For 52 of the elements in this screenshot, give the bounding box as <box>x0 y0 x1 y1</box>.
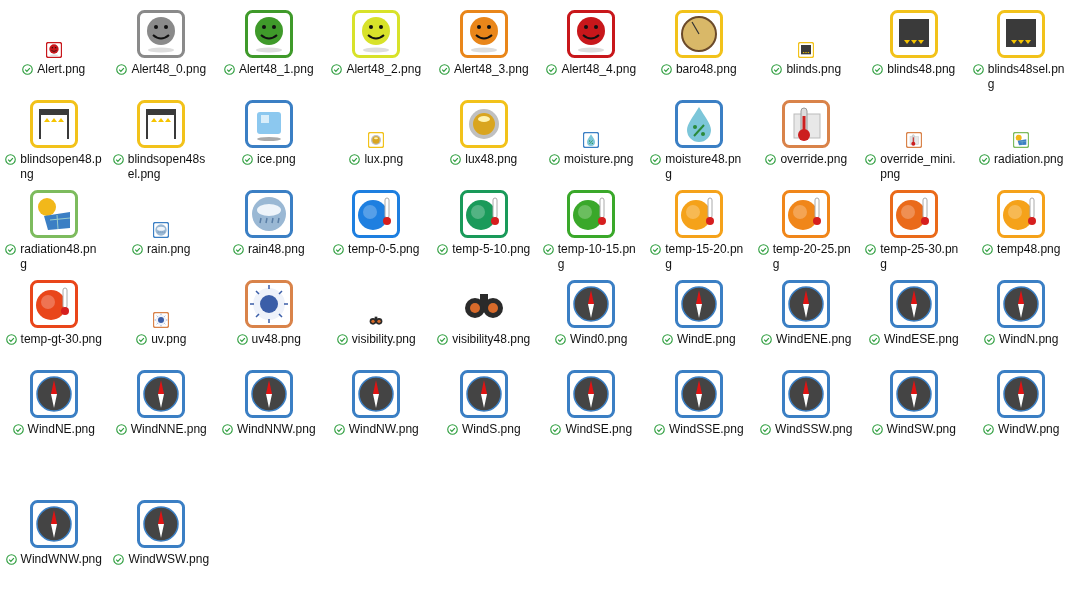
file-name[interactable]: Alert.png <box>37 62 86 77</box>
file-name[interactable]: WindSE.png <box>565 422 633 437</box>
file-name[interactable]: override.png <box>780 152 848 167</box>
file-name[interactable]: WindNNE.png <box>130 422 207 437</box>
file-name[interactable]: temp-15-20.png <box>665 242 748 272</box>
file-name[interactable]: lux48.png <box>465 152 518 167</box>
file-name[interactable]: WindSSW.png <box>775 422 853 437</box>
file-name[interactable]: blinds48sel.png <box>987 62 1070 92</box>
file-name[interactable]: WindNW.png <box>348 422 419 437</box>
file-name[interactable]: Alert48_2.png <box>346 62 422 77</box>
file-name[interactable]: WindNE.png <box>27 422 95 437</box>
file-name[interactable]: temp-0-5.png <box>348 242 420 257</box>
file-name[interactable]: temp-5-10.png <box>452 242 531 257</box>
file-name[interactable]: blindsopen48.png <box>20 152 103 182</box>
file-name[interactable]: temp-gt-30.png <box>20 332 102 347</box>
file-name[interactable]: WindW.png <box>998 422 1060 437</box>
file-name[interactable]: WindE.png <box>676 332 736 347</box>
file-name[interactable]: WindWSW.png <box>128 552 210 567</box>
file-name[interactable]: WindWNW.png <box>20 552 102 567</box>
file-name[interactable]: temp-10-15.png <box>557 242 640 272</box>
file-name[interactable]: blinds48.png <box>887 62 956 77</box>
file-name[interactable]: WindENE.png <box>776 332 852 347</box>
file-name[interactable]: override_mini.png <box>880 152 963 182</box>
file-name[interactable]: visibility.png <box>351 332 416 347</box>
file-name[interactable]: blindsopen48sel.png <box>127 152 210 182</box>
file-name[interactable]: WindNNW.png <box>236 422 316 437</box>
file-name[interactable]: moisture48.png <box>665 152 748 182</box>
file-name[interactable]: radiation.png <box>994 152 1064 167</box>
file-name[interactable]: Alert48_3.png <box>453 62 529 77</box>
file-name[interactable]: visibility48.png <box>452 332 531 347</box>
file-name[interactable]: Wind0.png <box>570 332 628 347</box>
file-name[interactable]: rain48.png <box>247 242 305 257</box>
file-name[interactable]: moisture.png <box>564 152 634 167</box>
file-name[interactable]: temp-25-30.png <box>880 242 963 272</box>
file-name[interactable]: uv48.png <box>251 332 301 347</box>
file-name[interactable]: WindESE.png <box>883 332 959 347</box>
file-name[interactable]: Alert48_0.png <box>131 62 207 77</box>
file-name[interactable]: ice.png <box>256 152 296 167</box>
file-name[interactable]: temp48.png <box>997 242 1061 257</box>
file-name[interactable]: WindSSE.png <box>668 422 744 437</box>
file-name[interactable]: lux.png <box>364 152 404 167</box>
file-name[interactable]: WindN.png <box>999 332 1059 347</box>
file-name[interactable]: temp-20-25.png <box>772 242 855 272</box>
file-name[interactable]: Alert48_1.png <box>238 62 314 77</box>
file-name[interactable]: uv.png <box>151 332 187 347</box>
file-name[interactable]: Alert48_4.png <box>561 62 637 77</box>
file-name[interactable]: baro48.png <box>675 62 737 77</box>
file-name[interactable]: radiation48.png <box>20 242 103 272</box>
file-name[interactable]: blinds.png <box>786 62 842 77</box>
file-name[interactable]: rain.png <box>147 242 191 257</box>
file-name[interactable]: WindS.png <box>461 422 521 437</box>
file-name[interactable]: WindSW.png <box>886 422 956 437</box>
